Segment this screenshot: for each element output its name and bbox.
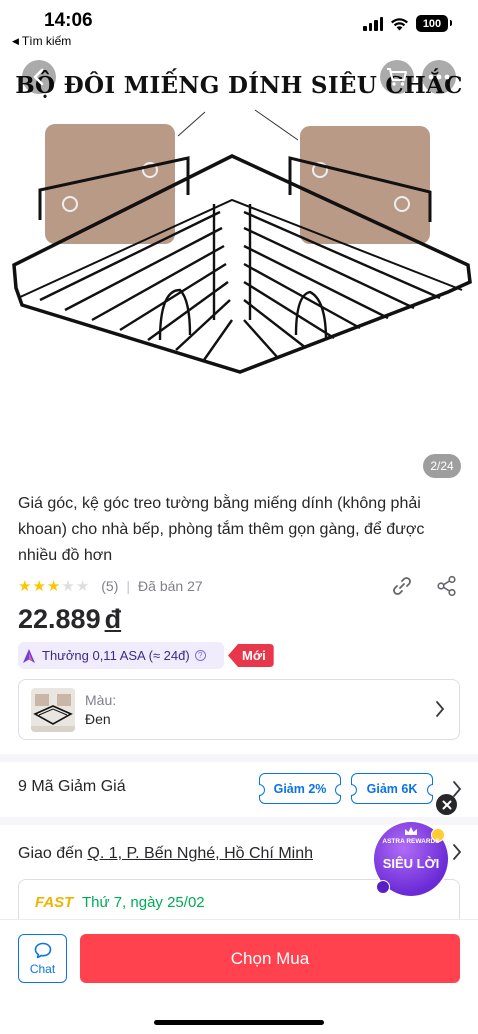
rating-separator: | bbox=[126, 578, 131, 594]
price-currency: đ bbox=[104, 604, 122, 634]
review-count: (5) bbox=[101, 578, 119, 594]
shipping-address[interactable]: Q. 1, P. Bến Nghé, Hồ Chí Minh bbox=[87, 845, 313, 862]
chat-icon bbox=[34, 942, 51, 958]
chat-label: Chat bbox=[29, 961, 56, 976]
astra-reward-badge[interactable]: Thưởng 0,11 ASA (≈ 24đ) ? bbox=[18, 642, 224, 669]
astra-rewards-floating-badge[interactable]: ASTRA REWARDS SIÊU LỜI bbox=[374, 822, 448, 896]
more-icon bbox=[428, 74, 450, 80]
star-icon: ★ bbox=[46, 577, 61, 595]
rating-row[interactable]: ★ ★ ★ ★ ★ (5) | Đã bán 27 bbox=[18, 576, 203, 596]
back-arrow-icon bbox=[33, 68, 44, 86]
cart-icon bbox=[387, 68, 407, 86]
status-icons: 100 bbox=[363, 15, 452, 32]
status-bar: 14:06 ◀ Tìm kiếm 100 bbox=[0, 0, 478, 54]
variant-value: Đen bbox=[85, 711, 111, 727]
corner-shelf-image bbox=[12, 109, 472, 374]
fast-delivery-label: FAST bbox=[35, 894, 74, 911]
back-to-search-link[interactable]: ◀ Tìm kiếm bbox=[12, 34, 71, 48]
star-icon: ★ bbox=[32, 577, 46, 595]
section-divider bbox=[0, 754, 478, 762]
chevron-right-icon[interactable] bbox=[452, 843, 462, 861]
shipping-prefix: Giao đến bbox=[18, 845, 83, 862]
star-icon: ★ bbox=[61, 577, 75, 595]
wifi-icon bbox=[391, 17, 408, 30]
star-icon: ★ bbox=[18, 577, 32, 595]
crown-icon bbox=[405, 827, 417, 835]
coupon-title[interactable]: 9 Mã Giảm Giá bbox=[18, 778, 126, 796]
buy-button[interactable]: Chọn Mua bbox=[80, 934, 460, 983]
astra-icon bbox=[23, 648, 35, 663]
variant-thumbnail bbox=[31, 688, 75, 732]
product-price: 22.889 đ bbox=[18, 604, 121, 635]
status-time: 14:06 bbox=[44, 10, 93, 31]
sold-count: Đã bán 27 bbox=[138, 578, 203, 594]
chevron-right-icon[interactable] bbox=[452, 780, 462, 798]
variant-thumbnail-image bbox=[31, 694, 75, 732]
astra-main-label: SIÊU LỜI bbox=[382, 856, 440, 871]
back-button[interactable] bbox=[22, 60, 56, 94]
close-icon bbox=[442, 800, 451, 809]
cellular-signal-icon bbox=[363, 16, 383, 31]
chat-button[interactable]: Chat bbox=[18, 934, 67, 983]
bottom-action-bar: Chat Chọn Mua bbox=[0, 920, 478, 1034]
share-icon[interactable] bbox=[436, 575, 458, 597]
rating-stars: ★ ★ ★ ★ ★ bbox=[18, 579, 89, 594]
coupon-chip[interactable]: Giảm 6K bbox=[351, 773, 433, 804]
back-triangle-icon: ◀ bbox=[12, 35, 19, 46]
close-floating-badge-button[interactable] bbox=[436, 794, 457, 815]
product-title: Giá góc, kệ góc treo tường bằng miếng dí… bbox=[18, 495, 425, 564]
reward-text: Thưởng 0,11 ASA (≈ 24đ) bbox=[42, 648, 190, 663]
variant-label: Màu: bbox=[85, 692, 117, 708]
image-counter: 2/24 bbox=[423, 454, 461, 478]
link-icon[interactable] bbox=[391, 575, 413, 597]
star-icon: ★ bbox=[75, 577, 90, 595]
coupon-chip[interactable]: Giảm 2% bbox=[259, 773, 341, 804]
delivery-date: Thứ 7, ngày 25/02 bbox=[82, 894, 205, 911]
battery-icon: 100 bbox=[416, 15, 452, 32]
shipping-address-row[interactable]: Giao đến Q. 1, P. Bến Nghé, Hồ Chí Minh bbox=[18, 845, 313, 863]
new-tag: Mới bbox=[228, 644, 274, 667]
chevron-right-icon bbox=[436, 701, 445, 717]
back-to-search-label: Tìm kiếm bbox=[21, 34, 72, 48]
astra-mini-icon bbox=[376, 880, 390, 894]
product-image-gallery[interactable]: BỘ ĐÔI MIẾNG DÍNH SIÊU CHẮC 2/24 bbox=[0, 0, 478, 484]
more-options-button[interactable] bbox=[422, 60, 456, 94]
home-indicator bbox=[154, 1020, 324, 1025]
cart-button[interactable] bbox=[380, 60, 414, 94]
variant-selector[interactable]: Màu: Đen bbox=[18, 679, 460, 740]
price-value: 22.889 bbox=[18, 604, 101, 634]
question-icon[interactable]: ? bbox=[194, 650, 206, 661]
astra-rewards-label: ASTRA REWARDS bbox=[382, 838, 440, 845]
